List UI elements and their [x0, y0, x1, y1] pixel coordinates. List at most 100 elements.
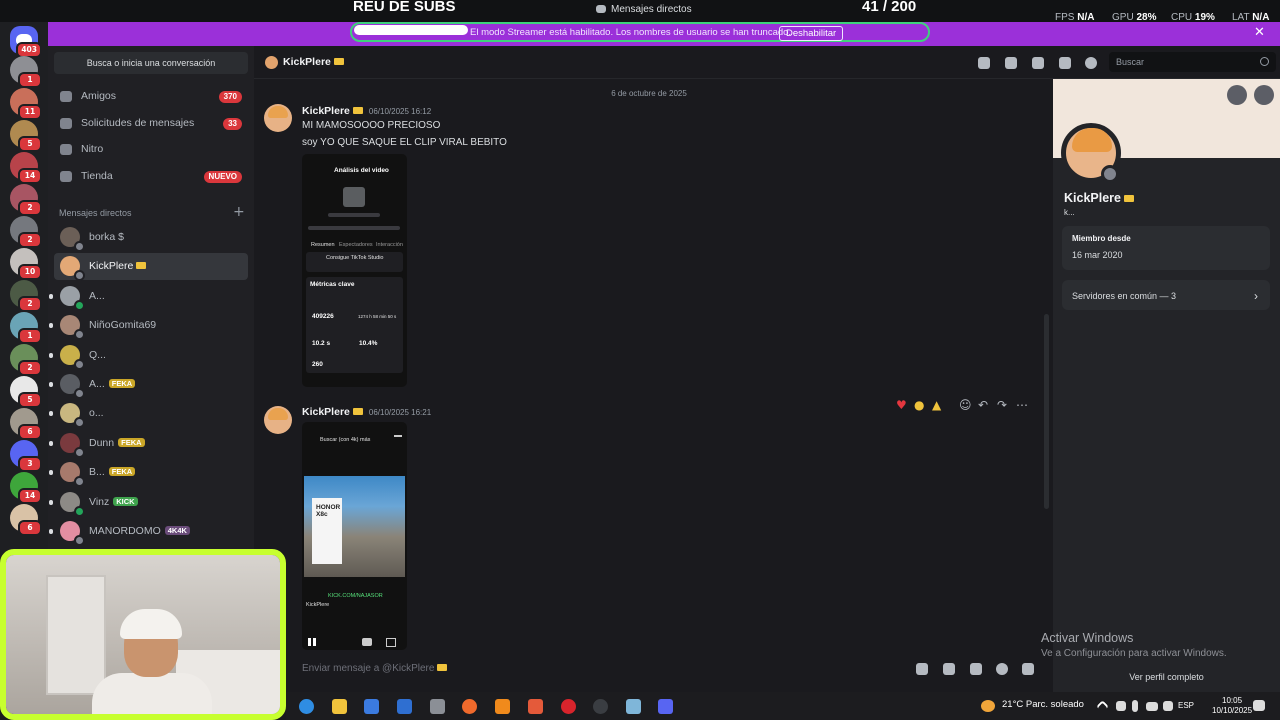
- pause-icon[interactable]: [308, 638, 316, 646]
- fullscreen-icon[interactable]: [386, 638, 396, 647]
- avatar[interactable]: [264, 104, 292, 132]
- weather-icon[interactable]: [981, 700, 995, 712]
- firefox-icon[interactable]: [462, 699, 477, 714]
- dm-item[interactable]: KickPlere: [54, 253, 248, 282]
- date-divider: 6 de octubre de 2025: [611, 89, 687, 98]
- gift-icon[interactable]: [916, 663, 928, 675]
- server-icon[interactable]: 2: [10, 344, 42, 376]
- add-friends-icon[interactable]: [1059, 57, 1071, 69]
- laugh-reaction-icon[interactable]: ●: [914, 398, 924, 412]
- server-icon[interactable]: 11: [10, 88, 42, 120]
- more-icon[interactable]: ⋯: [1016, 398, 1028, 412]
- add-reaction-icon[interactable]: ☺: [959, 398, 972, 412]
- dm-item[interactable]: Q...: [49, 342, 248, 370]
- clock[interactable]: 10:05 10/10/2025: [1212, 696, 1252, 716]
- edge-icon[interactable]: [299, 699, 314, 714]
- nav-shop[interactable]: Tienda NUEVO: [54, 165, 248, 189]
- image-attachment[interactable]: Análisis del video Resumen Espectadores …: [302, 154, 407, 387]
- obs-icon[interactable]: [593, 699, 608, 714]
- user-profile-icon[interactable]: [1085, 57, 1097, 69]
- dm-item[interactable]: MANORDOMO 4K4K: [49, 518, 248, 546]
- home-button[interactable]: 403: [10, 26, 42, 58]
- server-icon[interactable]: 2: [10, 216, 42, 248]
- download-icon[interactable]: [394, 428, 402, 437]
- server-icon[interactable]: 10: [10, 248, 42, 280]
- forward-icon[interactable]: ↷: [997, 398, 1007, 412]
- flag-icon: [1123, 195, 1134, 202]
- discord-icon[interactable]: [658, 699, 673, 714]
- tray-icon[interactable]: [1116, 701, 1126, 711]
- conversation-search[interactable]: Busca o inicia una conversación: [54, 52, 248, 74]
- disable-button[interactable]: Deshabilitar: [779, 26, 844, 41]
- scrollbar[interactable]: [1044, 314, 1049, 509]
- nav-nitro[interactable]: Nitro: [54, 138, 248, 162]
- vlc-icon[interactable]: [495, 699, 510, 714]
- streamer-mode-banner: El modo Streamer está habilitado. Los no…: [48, 22, 1280, 46]
- server-icon[interactable]: 5: [10, 120, 42, 152]
- server-icon[interactable]: 2: [10, 184, 42, 216]
- server-icon[interactable]: 3: [10, 440, 42, 472]
- microphone-icon[interactable]: [1132, 700, 1138, 712]
- app-icon[interactable]: [626, 699, 641, 714]
- volume-icon[interactable]: [1163, 701, 1173, 711]
- emoji-icon[interactable]: [996, 663, 1008, 675]
- chat-header: KickPlere Buscar: [254, 46, 1280, 79]
- sticker-icon[interactable]: [970, 663, 982, 675]
- gif-icon[interactable]: [943, 663, 955, 675]
- server-icon[interactable]: 6: [10, 504, 42, 536]
- reply-icon[interactable]: ↶: [978, 398, 988, 412]
- dm-item[interactable]: Vinz KICK: [49, 489, 248, 517]
- server-icon[interactable]: 14: [10, 472, 42, 504]
- nav-message-requests[interactable]: Solicitudes de mensajes 33: [54, 112, 248, 136]
- dm-item[interactable]: borka $: [54, 224, 248, 252]
- video-call-icon[interactable]: [1005, 57, 1017, 69]
- server-icon[interactable]: 1: [10, 56, 42, 88]
- message-input[interactable]: Enviar mensaje a @KickPlere: [302, 663, 448, 674]
- requests-count-badge: 33: [223, 118, 242, 130]
- dm-item[interactable]: Dunn FEKA: [49, 430, 248, 458]
- apps-icon[interactable]: [1022, 663, 1034, 675]
- server-icon[interactable]: 6: [10, 408, 42, 440]
- dm-item[interactable]: B... FEKA: [49, 459, 248, 488]
- metric-watch-time: 1274 h 58 min 50 s: [358, 314, 397, 319]
- network-icon[interactable]: [1146, 702, 1158, 711]
- video-attachment[interactable]: Buscar (con 4k) más HONOR X8c KICK.COM/N…: [302, 422, 407, 650]
- server-icon[interactable]: 14: [10, 152, 42, 184]
- server-icon[interactable]: 2: [10, 280, 42, 312]
- app-icon[interactable]: [528, 699, 543, 714]
- app-icon[interactable]: [430, 699, 445, 714]
- store-icon[interactable]: [364, 699, 379, 714]
- author-name[interactable]: KickPlere: [302, 105, 350, 117]
- thumbs-up-reaction-icon[interactable]: ▲: [932, 398, 941, 412]
- server-icon[interactable]: 5: [10, 376, 42, 408]
- search-input[interactable]: Buscar: [1109, 52, 1276, 72]
- voice-call-icon[interactable]: [978, 57, 990, 69]
- volume-icon[interactable]: [362, 638, 372, 646]
- nav-friends[interactable]: Amigos 370: [54, 85, 248, 109]
- file-explorer-icon[interactable]: [332, 699, 347, 714]
- mutual-servers-row[interactable]: Servidores en común — 3 ›: [1062, 280, 1270, 310]
- create-dm-icon[interactable]: +: [233, 204, 245, 220]
- dm-item[interactable]: NiñoGomita69: [49, 312, 248, 341]
- add-friend-icon[interactable]: [1227, 85, 1247, 105]
- server-icon[interactable]: 1: [10, 312, 42, 344]
- dm-item[interactable]: A...: [49, 283, 248, 311]
- input-language[interactable]: ESP: [1178, 701, 1194, 710]
- notifications-icon[interactable]: [1253, 700, 1265, 711]
- avatar[interactable]: [264, 406, 292, 434]
- close-icon[interactable]: ✕: [1254, 25, 1265, 40]
- flag-icon: [437, 664, 448, 671]
- chevron-up-icon[interactable]: [1096, 700, 1109, 713]
- more-icon[interactable]: [1254, 85, 1274, 105]
- author-name[interactable]: KickPlere: [302, 406, 350, 418]
- view-full-profile-link[interactable]: Ver perfil completo: [1053, 672, 1280, 682]
- dm-item[interactable]: A... FEKA: [49, 371, 248, 399]
- dm-item[interactable]: o...: [49, 400, 248, 429]
- outlook-icon[interactable]: [397, 699, 412, 714]
- opera-icon[interactable]: [561, 699, 576, 714]
- heart-reaction-icon[interactable]: ♥: [896, 398, 907, 412]
- flag-icon: [333, 58, 344, 65]
- metric-views: 409226: [312, 313, 334, 320]
- weather-text[interactable]: 21°C Parc. soleado: [1002, 699, 1084, 710]
- pin-icon[interactable]: [1032, 57, 1044, 69]
